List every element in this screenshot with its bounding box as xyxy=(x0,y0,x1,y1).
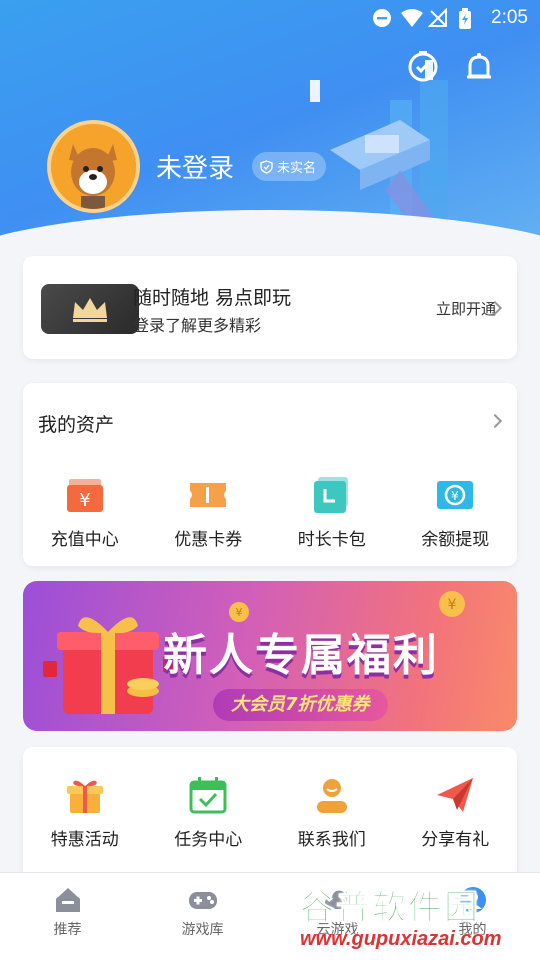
support-icon xyxy=(316,779,347,813)
asset-recharge[interactable]: ¥ 充值中心 xyxy=(23,475,147,550)
service-label: 任务中心 xyxy=(174,830,243,850)
svg-text:¥: ¥ xyxy=(451,489,459,503)
newbie-promo-banner[interactable]: 新人专属福利 ¥ ¥ 大会员7折优惠券 xyxy=(23,581,517,731)
service-tasks[interactable]: 任务中心 xyxy=(147,775,271,850)
asset-withdraw[interactable]: ¥ 余额提现 xyxy=(394,475,518,550)
time-card-icon xyxy=(313,477,348,513)
svg-text:¥: ¥ xyxy=(236,606,243,619)
asset-time-card[interactable]: 时长卡包 xyxy=(270,475,394,550)
asset-label: 充值中心 xyxy=(50,530,119,550)
coin-icon: ¥ xyxy=(229,602,249,622)
service-promotions[interactable]: 特惠活动 xyxy=(23,775,147,850)
service-label: 特惠活动 xyxy=(50,830,119,850)
services-grid: 特惠活动 任务中心 联系我们 分享有礼 xyxy=(23,775,517,850)
no-signal-icon xyxy=(428,8,447,27)
status-time: 2:05 xyxy=(491,7,528,28)
history-icon[interactable] xyxy=(406,50,440,84)
notification-bell-icon[interactable] xyxy=(462,50,496,84)
tab-label: 云游戏 xyxy=(316,922,359,938)
banner-headline: 新人专属福利 xyxy=(163,631,439,680)
cloud-game-icon xyxy=(324,890,352,909)
tab-game-library[interactable]: 游戏库 xyxy=(135,873,270,960)
assets-title: 我的资产 xyxy=(38,414,115,436)
vip-crown-icon xyxy=(41,284,139,334)
gift-box-illustration xyxy=(43,617,177,714)
battery-icon xyxy=(459,8,471,29)
shield-check-icon xyxy=(260,159,273,174)
assets-grid: ¥ 充值中心 优惠卡券 时长卡包 ¥ 余额提现 xyxy=(23,475,517,550)
avatar[interactable] xyxy=(47,120,140,213)
verify-badge[interactable]: 未实名 xyxy=(252,152,327,181)
calendar-check-icon xyxy=(189,777,227,814)
asset-label: 余额提现 xyxy=(421,530,490,550)
asset-label: 优惠卡券 xyxy=(174,530,243,550)
tab-mine[interactable]: 我的 xyxy=(405,873,540,960)
tab-label: 游戏库 xyxy=(181,922,224,938)
gift-icon xyxy=(66,780,103,813)
service-share[interactable]: 分享有礼 xyxy=(394,775,518,850)
tab-label: 推荐 xyxy=(53,922,82,938)
svg-text:¥: ¥ xyxy=(448,597,457,613)
wifi-icon xyxy=(401,9,423,27)
tab-cloud-game[interactable]: 云游戏 xyxy=(270,873,405,960)
verify-badge-label: 未实名 xyxy=(277,161,317,176)
vip-open-button[interactable]: 立即开通 xyxy=(436,298,496,319)
bottom-tab-bar: 推荐 游戏库 云游戏 我的 xyxy=(0,872,540,960)
withdraw-icon: ¥ xyxy=(437,481,474,509)
profile-icon xyxy=(459,887,486,913)
tab-label: 我的 xyxy=(458,922,487,938)
vip-subtitle: 登录了解更多精彩 xyxy=(133,316,262,335)
assets-chevron-icon[interactable] xyxy=(487,413,503,429)
home-icon xyxy=(55,888,80,912)
recharge-icon: ¥ xyxy=(66,479,103,512)
header-actions xyxy=(406,50,496,84)
coin-icon: ¥ xyxy=(439,591,465,617)
status-bar: 2:05 xyxy=(0,0,540,36)
paper-plane-icon xyxy=(437,778,474,812)
vip-title: 随时随地 易点即玩 xyxy=(133,287,292,309)
username[interactable]: 未登录 xyxy=(156,148,234,185)
asset-label: 时长卡包 xyxy=(297,530,366,550)
assets-section: 我的资产 ¥ 充值中心 优惠卡券 时长卡包 ¥ 余额提现 xyxy=(23,383,517,566)
coupon-icon xyxy=(190,483,227,507)
service-label: 分享有礼 xyxy=(421,830,490,850)
do-not-disturb-icon xyxy=(373,9,391,27)
service-label: 联系我们 xyxy=(297,830,366,850)
service-contact[interactable]: 联系我们 xyxy=(270,775,394,850)
svg-text:¥: ¥ xyxy=(79,490,90,511)
gamepad-icon xyxy=(188,892,217,909)
asset-coupon[interactable]: 优惠卡券 xyxy=(147,475,271,550)
tab-recommend[interactable]: 推荐 xyxy=(0,873,135,960)
banner-tagline: 大会员7折优惠券 xyxy=(213,689,388,721)
